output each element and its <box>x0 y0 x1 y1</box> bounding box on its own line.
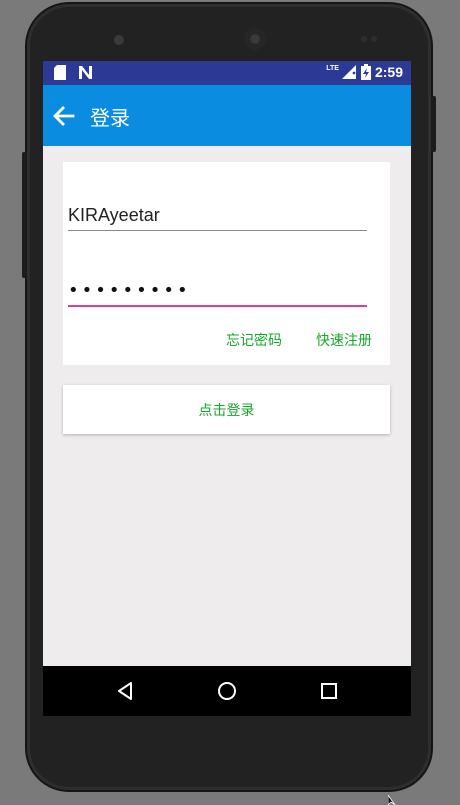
square-recents-icon[interactable] <box>318 680 340 702</box>
arrow-left-icon[interactable] <box>51 103 77 129</box>
mouse-cursor-icon <box>388 795 396 805</box>
lte-signal-icon <box>341 65 356 79</box>
login-button[interactable]: 点击登录 <box>63 385 390 434</box>
login-form-card: KIRAyeetar ••••••••• 忘记密码 快速注册 <box>63 162 390 365</box>
password-value: ••••••••• <box>68 280 191 301</box>
earpiece-speaker <box>244 28 266 50</box>
network-type-label: LTE <box>326 65 339 72</box>
username-underline <box>68 230 367 231</box>
status-right-group: LTE 2:59 <box>326 64 403 80</box>
quick-register-link[interactable]: 快速注册 <box>316 330 372 350</box>
volume-button <box>22 152 27 278</box>
front-camera <box>114 35 124 45</box>
power-button <box>431 96 436 152</box>
app-toolbar: 登录 <box>43 85 411 146</box>
system-nav-bar <box>43 666 411 716</box>
login-button-label: 点击登录 <box>198 402 255 419</box>
page-title: 登录 <box>90 106 130 130</box>
proximity-sensor <box>361 36 367 42</box>
light-sensor <box>371 36 377 42</box>
circle-home-icon[interactable] <box>216 680 238 702</box>
username-value: KIRAyeetar <box>68 205 160 225</box>
sd-card-icon <box>54 65 66 80</box>
forgot-password-link[interactable]: 忘记密码 <box>226 330 282 350</box>
password-field[interactable]: ••••••••• <box>68 278 367 308</box>
n-notification-icon <box>79 66 92 79</box>
battery-charging-icon <box>360 64 371 80</box>
triangle-back-icon[interactable] <box>114 680 136 702</box>
username-field[interactable]: KIRAyeetar <box>68 202 367 232</box>
password-underline-focused <box>68 305 367 307</box>
app-screen: LTE 2:59 登录 KIRAyeetar ••••••••• 忘记密码 快速… <box>43 61 411 716</box>
status-time: 2:59 <box>374 64 403 80</box>
status-bar: LTE 2:59 <box>43 61 411 85</box>
